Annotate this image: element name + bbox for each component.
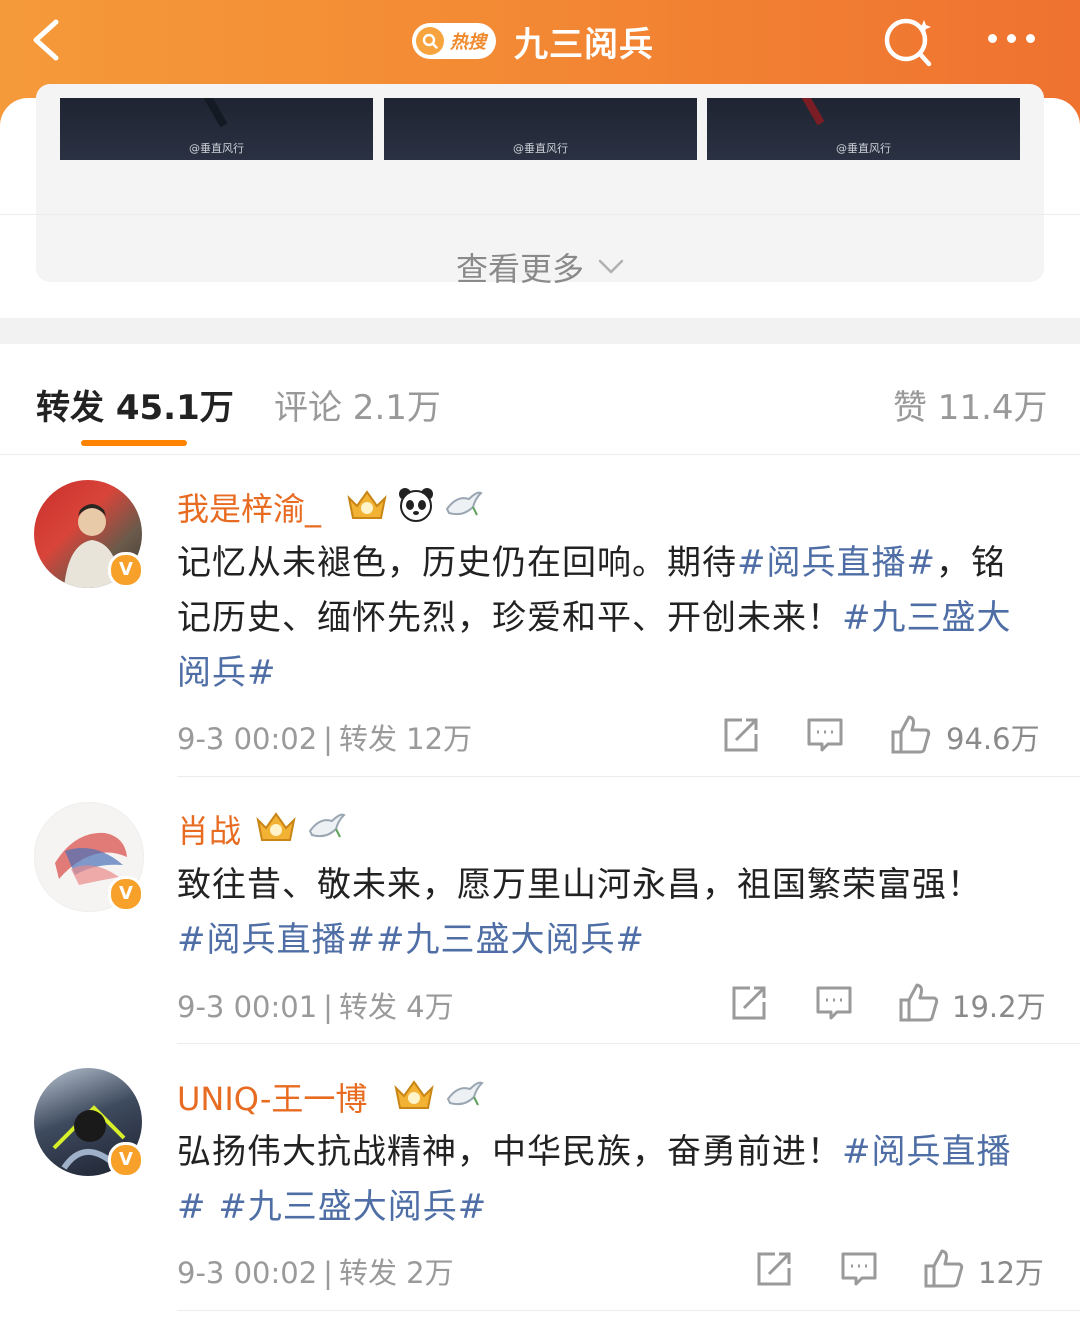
watermark: @垂直风行	[513, 142, 568, 155]
user-name[interactable]: UNIQ-王一博	[177, 1074, 367, 1120]
like-count: 94.6万	[946, 722, 1040, 756]
like-icon[interactable]	[890, 714, 932, 756]
like-icon[interactable]	[923, 1248, 965, 1290]
search-icon	[884, 18, 932, 67]
repost-count: 转发 4万	[338, 990, 454, 1024]
panda-icon	[399, 488, 433, 522]
back-button[interactable]	[28, 18, 72, 62]
see-more-label: 查看更多	[455, 250, 584, 288]
crown-icon	[256, 812, 296, 841]
like-count: 12万	[978, 1256, 1044, 1290]
image-thumbnail[interactable]: @垂直风行	[60, 98, 373, 160]
hashtag-link[interactable]: #阅兵直播#	[737, 543, 936, 583]
dove-icon	[308, 813, 346, 838]
tab-likes[interactable]: 赞 11.4万	[893, 380, 1048, 429]
hot-search-label: 热搜	[450, 32, 486, 53]
tab-reposts[interactable]: 转发 45.1万	[36, 380, 234, 429]
page-title: 九三阅兵	[514, 24, 654, 65]
verified-badge: V	[108, 1142, 144, 1178]
share-icon[interactable]	[722, 716, 760, 754]
tab-comments[interactable]: 评论 2.1万	[274, 380, 441, 429]
dove-icon	[445, 491, 483, 516]
thumbnail-row: @垂直风行 @垂直风行 @垂直风行	[60, 98, 1020, 160]
crown-icon	[394, 1080, 434, 1109]
tab-bar: 转发 45.1万 评论 2.1万 赞 11.4万	[0, 344, 1080, 455]
post-meta: 9-3 00:02 | 转发 12万	[177, 722, 473, 756]
comment-icon[interactable]	[840, 1250, 878, 1288]
watermark: @垂直风行	[836, 142, 891, 155]
watermark: @垂直风行	[189, 142, 244, 155]
row-divider	[177, 1310, 1080, 1311]
active-tab-indicator	[81, 440, 187, 446]
chevron-down-icon	[598, 259, 624, 274]
search-button[interactable]	[880, 14, 936, 70]
repost-count: 转发 2万	[338, 1256, 454, 1290]
timestamp: 9-3 00:02	[177, 1256, 318, 1290]
post-meta: 9-3 00:02 | 转发 2万	[177, 1256, 454, 1290]
search-icon	[416, 27, 444, 55]
row-divider	[177, 1043, 1080, 1044]
share-icon[interactable]	[755, 1250, 793, 1288]
dove-icon	[446, 1081, 484, 1106]
post-text: 记忆从未褪色，历史仍在回响。期待#阅兵直播#，铭记历史、缅怀先烈，珍爱和平、开创…	[177, 543, 1012, 693]
header-title-group[interactable]: 热搜 九三阅兵	[412, 18, 654, 65]
user-name[interactable]: 肖战	[177, 806, 241, 852]
comment-icon[interactable]	[815, 984, 853, 1022]
post-text: 弘扬伟大抗战精神，中华民族，奋勇前进！#阅兵直播# #九三盛大阅兵#	[177, 1132, 1012, 1227]
like-icon[interactable]	[898, 982, 940, 1024]
verified-badge: V	[108, 876, 144, 912]
see-more-button[interactable]: 查看更多	[0, 214, 1080, 319]
timestamp: 9-3 00:02	[177, 722, 318, 756]
hot-search-badge: 热搜	[412, 23, 496, 59]
like-count: 19.2万	[952, 990, 1046, 1024]
more-dots-icon	[988, 34, 997, 43]
image-thumbnail[interactable]: @垂直风行	[707, 98, 1020, 160]
more-button[interactable]	[988, 28, 1048, 52]
name-badges	[392, 1076, 484, 1112]
share-icon[interactable]	[730, 984, 768, 1022]
user-name[interactable]: 我是梓渝_	[177, 484, 321, 530]
hashtag-link[interactable]: #阅兵直播#	[177, 920, 376, 960]
post-text: 致往昔、敬未来，愿万里山河永昌，祖国繁荣富强！ #阅兵直播##九三盛大阅兵#	[177, 865, 982, 960]
comment-icon[interactable]	[806, 716, 844, 754]
image-thumbnail[interactable]: @垂直风行	[384, 98, 697, 160]
name-badges	[254, 808, 346, 844]
repost-count: 转发 12万	[338, 722, 473, 756]
post-meta: 9-3 00:01 | 转发 4万	[177, 990, 454, 1024]
chevron-left-icon	[33, 19, 59, 61]
hashtag-link[interactable]: #九三盛大阅兵#	[218, 1187, 487, 1227]
timestamp: 9-3 00:01	[177, 990, 318, 1024]
row-divider	[177, 776, 1080, 777]
crown-icon	[347, 490, 387, 519]
name-badges	[345, 486, 483, 522]
hashtag-link[interactable]: #九三盛大阅兵#	[376, 920, 645, 960]
verified-badge: V	[108, 552, 144, 588]
section-divider	[0, 318, 1080, 344]
